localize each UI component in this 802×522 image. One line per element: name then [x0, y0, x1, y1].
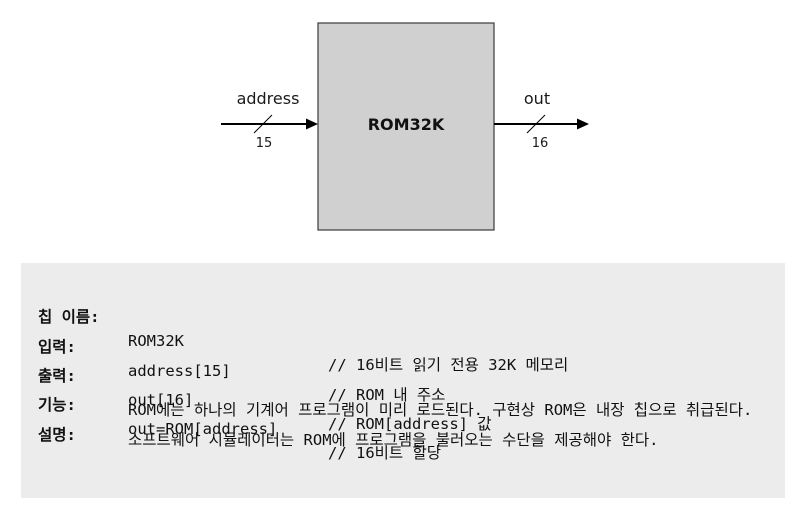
- input-arrowhead: [306, 118, 318, 130]
- spec-value: address[15]: [128, 362, 231, 380]
- spec-value: ROM32K: [128, 332, 184, 350]
- chip-spec-box: 칩 이름: ROM32K // 16비트 읽기 전용 32K 메모리 입력: a…: [21, 263, 785, 498]
- spec-row-function: 기능: out=ROM[address] // 16비트 할당: [21, 369, 441, 462]
- output-label: out: [524, 89, 550, 108]
- input-bus-width: 15: [256, 136, 273, 151]
- spec-row-chip-name: 칩 이름: ROM32K // 16비트 읽기 전용 32K 메모리: [21, 281, 568, 374]
- output-bus-width: 16: [532, 136, 549, 151]
- output-arrowhead: [577, 118, 589, 130]
- spec-description-text: ROM에는 하나의 기계어 프로그램이 미리 로드된다. 구현상 ROM은 내장…: [128, 401, 753, 449]
- chip-diagram: ROM32K address 15 out 16: [221, 22, 589, 231]
- input-label: address: [237, 89, 300, 108]
- spec-row-input: 입력: address[15] // ROM 내 주소: [21, 311, 445, 404]
- spec-comment: // 16비트 읽기 전용 32K 메모리: [328, 356, 569, 374]
- spec-key: 설명:: [38, 426, 76, 444]
- spec-row-output: 출력: out[16] // ROM[address] 값: [21, 340, 492, 433]
- chip-name: ROM32K: [368, 115, 445, 134]
